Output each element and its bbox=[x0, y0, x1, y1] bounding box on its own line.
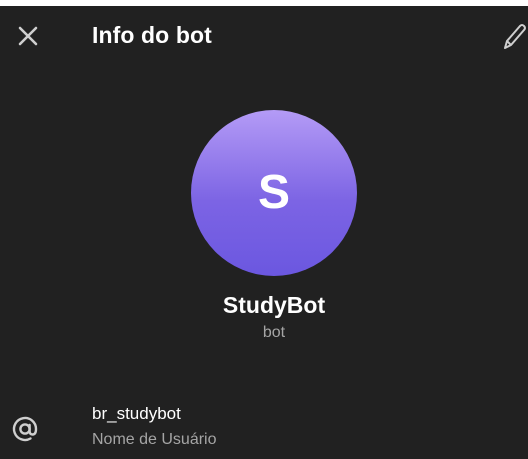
bot-info-panel: Info do bot S StudyBot bot br_studybot N… bbox=[0, 6, 528, 459]
close-button[interactable] bbox=[14, 22, 42, 50]
username-value: br_studybot bbox=[92, 404, 181, 423]
edit-button[interactable] bbox=[500, 20, 528, 52]
page-title: Info do bot bbox=[92, 22, 212, 48]
bot-type-label: bot bbox=[262, 324, 286, 341]
username-row[interactable]: br_studybot Nome de Usuário bbox=[0, 394, 528, 459]
pencil-icon bbox=[504, 24, 526, 49]
username-caption: Nome de Usuário bbox=[92, 431, 217, 448]
avatar[interactable]: S bbox=[191, 110, 357, 276]
close-icon bbox=[18, 26, 38, 46]
bot-name: StudyBot bbox=[222, 292, 326, 318]
avatar-initial: S bbox=[257, 166, 290, 219]
at-icon bbox=[12, 416, 38, 442]
panel-header: Info do bot bbox=[0, 6, 528, 62]
